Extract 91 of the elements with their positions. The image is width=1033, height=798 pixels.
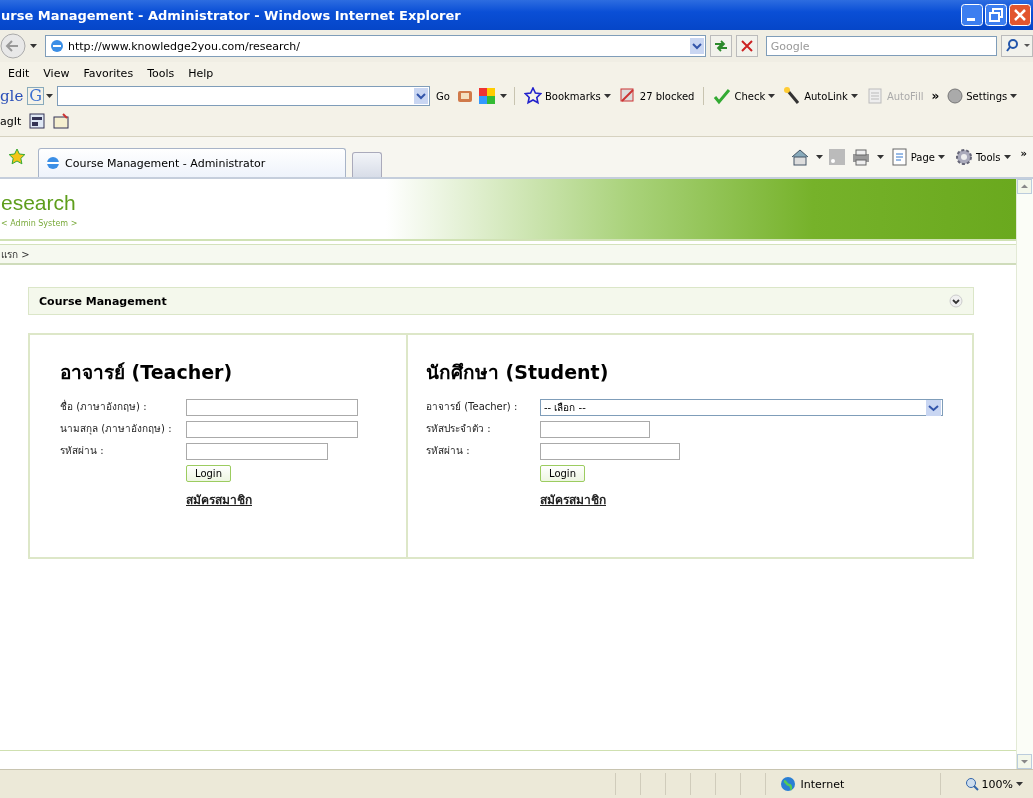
toolbar-button[interactable]: 27 blocked bbox=[616, 87, 697, 105]
toolbar-logo: gle bbox=[0, 87, 24, 105]
form-icon bbox=[865, 87, 884, 105]
more-button[interactable]: » bbox=[1018, 148, 1029, 159]
input-field[interactable] bbox=[186, 443, 328, 460]
field-label: อาจารย์ (Teacher) : bbox=[426, 400, 519, 414]
zoom-button[interactable]: 100% bbox=[939, 773, 1033, 795]
caret-icon[interactable] bbox=[876, 155, 884, 159]
search-field[interactable]: Google bbox=[765, 36, 997, 56]
toolbar-search-field[interactable] bbox=[57, 86, 431, 106]
refresh-button[interactable] bbox=[709, 35, 732, 57]
caret-icon bbox=[603, 94, 611, 98]
caret-icon[interactable] bbox=[815, 155, 823, 159]
input-field[interactable] bbox=[540, 443, 680, 460]
toolbar-button[interactable]: Bookmarks bbox=[521, 87, 613, 105]
home-icon[interactable] bbox=[789, 148, 810, 166]
field-label: ชื่อ (ภาษาอังกฤษ) : bbox=[60, 399, 148, 414]
print-icon[interactable] bbox=[850, 148, 871, 166]
scroll-down-button[interactable] bbox=[1017, 754, 1032, 769]
globe-icon bbox=[779, 776, 796, 792]
menu-item[interactable]: Edit bbox=[8, 66, 38, 80]
caret-icon bbox=[1016, 782, 1023, 786]
caret-icon[interactable] bbox=[499, 94, 507, 98]
dropdown-icon bbox=[926, 399, 941, 416]
browser-icon bbox=[50, 39, 64, 53]
news-icon[interactable] bbox=[455, 88, 474, 104]
register-link[interactable]: สมัครสมาชิก bbox=[186, 490, 252, 509]
page-menu-button[interactable]: Page bbox=[889, 148, 947, 166]
window-title: urse Management - Administrator - Windows Internet Explorer bbox=[0, 7, 461, 23]
caret-icon bbox=[768, 94, 776, 98]
page-icon bbox=[891, 148, 908, 166]
tools-menu-button[interactable]: Tools bbox=[952, 148, 1013, 166]
minimize-button[interactable] bbox=[961, 4, 983, 26]
breadcrumb-link[interactable]: แรก > bbox=[1, 246, 30, 262]
gear-icon bbox=[954, 148, 973, 166]
zoom-icon bbox=[964, 777, 979, 791]
caret-icon bbox=[1010, 94, 1018, 98]
spell-check-icon bbox=[713, 87, 732, 105]
capture-icon[interactable] bbox=[29, 113, 46, 129]
wand-icon bbox=[783, 87, 802, 105]
caret-icon bbox=[850, 94, 858, 98]
settings-icon bbox=[947, 88, 964, 104]
search-button[interactable] bbox=[1001, 35, 1033, 57]
blocked-popup-icon bbox=[618, 87, 637, 105]
scrollbar[interactable] bbox=[1016, 179, 1033, 769]
caret-icon bbox=[937, 155, 945, 159]
collapse-icon[interactable] bbox=[949, 294, 963, 308]
restore-button[interactable] bbox=[985, 4, 1007, 26]
caret-icon bbox=[46, 94, 54, 98]
field-label: นามสกุล (ภาษาอังกฤษ) : bbox=[60, 422, 173, 436]
field-label: รหัสประจำตัว : bbox=[426, 422, 492, 436]
site-subtitle: < Admin System > bbox=[1, 218, 79, 228]
scroll-up-button[interactable] bbox=[1017, 179, 1032, 194]
login-button[interactable]: Login bbox=[540, 465, 585, 482]
input-field[interactable] bbox=[186, 399, 358, 416]
dropdown-icon[interactable] bbox=[414, 88, 429, 104]
input-field[interactable] bbox=[540, 421, 650, 438]
security-zone: Internet bbox=[800, 777, 845, 791]
site-title: esearch bbox=[1, 190, 77, 215]
browser-tab[interactable]: Course Management - Administrator bbox=[38, 148, 346, 177]
caret-icon[interactable] bbox=[30, 44, 37, 48]
menu-item[interactable]: Tools bbox=[147, 66, 183, 80]
form-heading: อาจารย์ (Teacher) bbox=[60, 360, 234, 385]
dropdown-icon[interactable] bbox=[689, 38, 704, 54]
toolbar-button[interactable]: AutoLink bbox=[781, 87, 860, 105]
panel-title: Course Management bbox=[39, 294, 167, 308]
register-link[interactable]: สมัครสมาชิก bbox=[540, 490, 606, 509]
toolbar-label: agIt bbox=[0, 114, 22, 128]
input-field[interactable] bbox=[186, 421, 358, 438]
form-heading: นักศึกษา (Student) bbox=[426, 360, 610, 385]
caret-icon bbox=[1003, 155, 1011, 159]
favorites-star-icon[interactable] bbox=[8, 148, 26, 166]
star-icon bbox=[523, 87, 542, 105]
close-button[interactable] bbox=[1009, 4, 1031, 26]
menu-item[interactable]: Favorites bbox=[83, 66, 142, 80]
browser-icon bbox=[45, 155, 61, 171]
login-button[interactable]: Login bbox=[186, 465, 231, 482]
editor-icon[interactable] bbox=[53, 113, 70, 129]
settings-button[interactable]: Settings bbox=[945, 88, 1020, 104]
menu-item[interactable]: Help bbox=[188, 66, 222, 80]
tiles-icon[interactable] bbox=[477, 87, 496, 105]
dropdown-field[interactable]: -- เลือก -- bbox=[540, 399, 943, 416]
new-tab-button[interactable] bbox=[352, 152, 382, 177]
go-button[interactable]: Go bbox=[434, 90, 452, 102]
field-label: รหัสผ่าน : bbox=[60, 444, 105, 458]
stop-button[interactable] bbox=[735, 35, 758, 57]
address-field[interactable]: http://www.knowledge2you.com/research/ bbox=[45, 35, 706, 57]
toolbar-button[interactable]: Check bbox=[711, 87, 778, 105]
menu-item[interactable]: View bbox=[43, 66, 78, 80]
field-label: รหัสผ่าน : bbox=[426, 444, 471, 458]
more-button[interactable]: » bbox=[929, 89, 942, 103]
